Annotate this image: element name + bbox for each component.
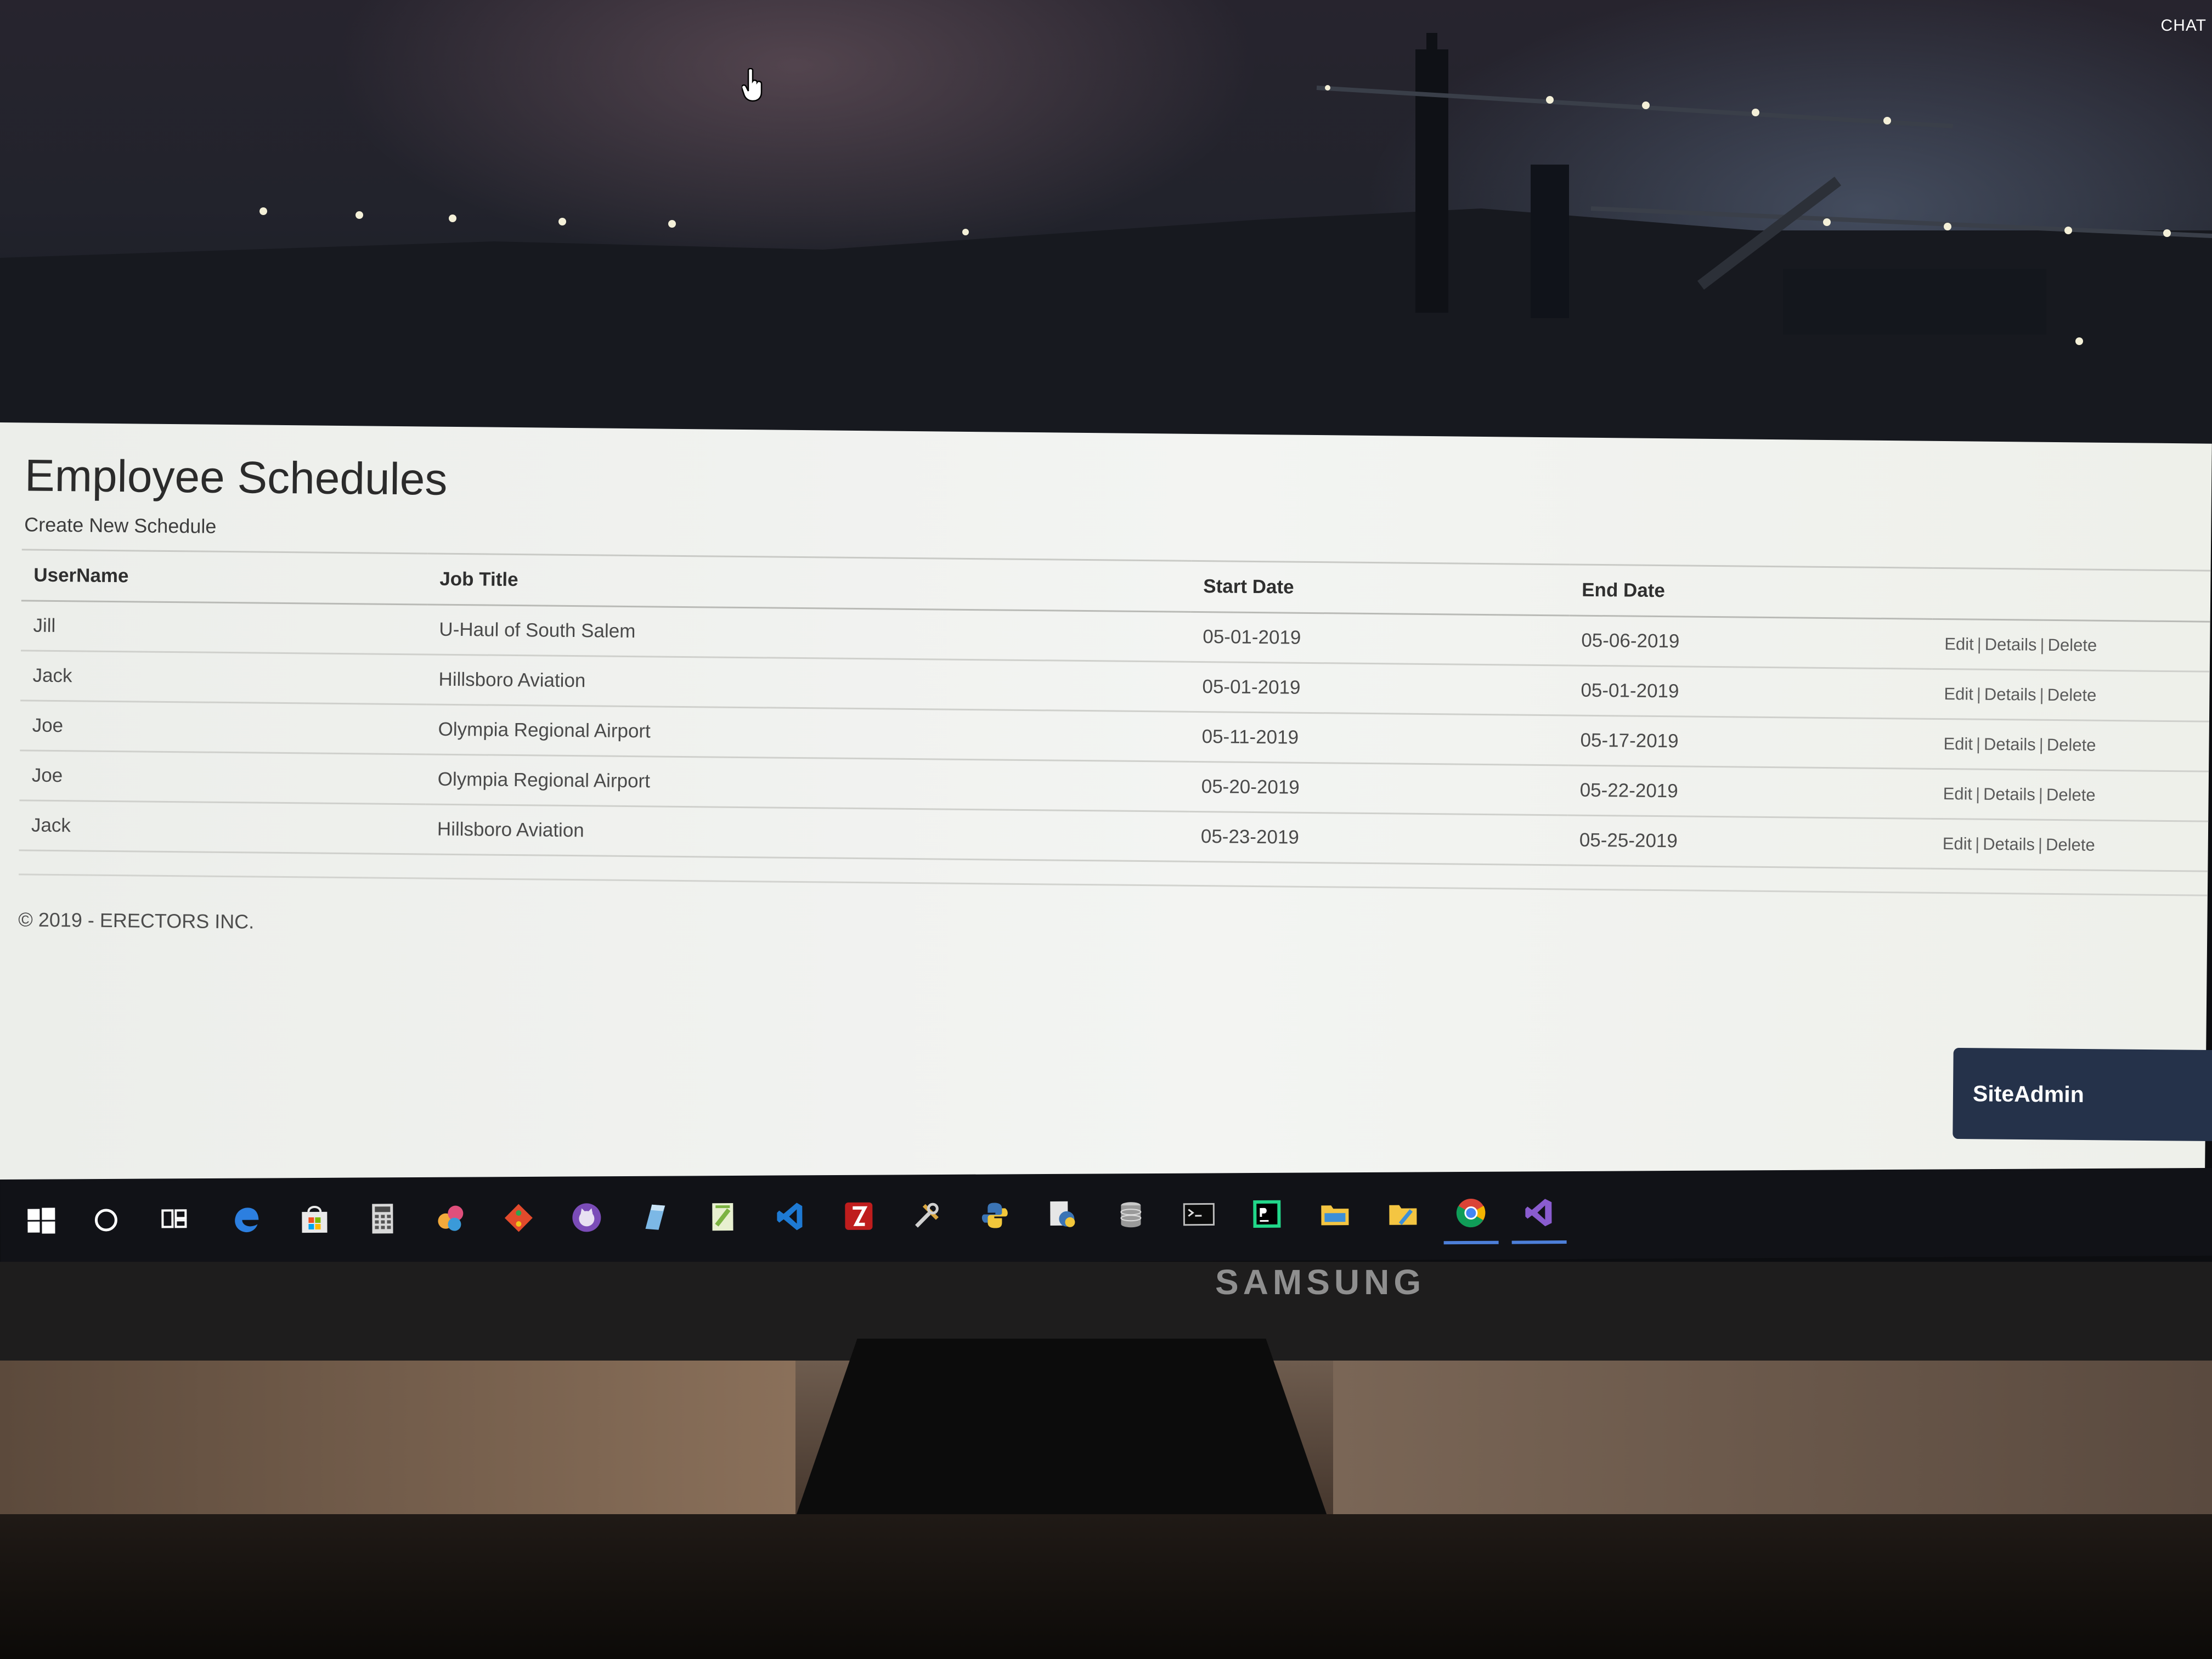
cell-username: Jack <box>19 800 426 854</box>
action-separator: | <box>1976 734 1981 754</box>
cell-username: Jill <box>21 600 427 654</box>
terminal-icon[interactable] <box>1180 1195 1218 1233</box>
action-separator: | <box>1975 784 1980 804</box>
python-icon[interactable] <box>975 1196 1014 1234</box>
action-separator: | <box>2038 834 2043 854</box>
content-panel: Employee Schedules Create New Schedule U… <box>0 422 2212 1201</box>
cell-job-title: Hillsboro Aviation <box>426 654 1190 712</box>
details-link[interactable]: Details <box>1984 735 2036 754</box>
delete-link[interactable]: Delete <box>2046 785 2096 805</box>
store-icon[interactable] <box>295 1200 334 1238</box>
cell-actions: Edit | Details | Delete <box>1930 819 2209 872</box>
task-view-icon[interactable] <box>155 1200 193 1239</box>
cell-job-title: Olympia Regional Airport <box>426 704 1190 762</box>
details-link[interactable]: Details <box>1983 785 2035 804</box>
cell-start-date: 05-11-2019 <box>1189 712 1569 765</box>
edit-link[interactable]: Edit <box>1943 734 1973 754</box>
cell-actions: Edit | Details | Delete <box>1932 619 2210 672</box>
edit-link[interactable]: Edit <box>1944 684 1973 704</box>
cell-username: Jack <box>20 650 427 704</box>
footer-divider <box>19 873 2208 896</box>
cell-end-date: 05-22-2019 <box>1567 765 1932 819</box>
monitor-brand-logo: SAMSUNG <box>1215 1262 1426 1302</box>
cell-start-date: 05-23-2019 <box>1188 811 1568 865</box>
details-link[interactable]: Details <box>1983 834 2035 854</box>
hand-cursor-icon <box>742 68 763 102</box>
edit-link[interactable]: Edit <box>1943 834 1972 854</box>
paint-3d-icon[interactable] <box>431 1199 470 1238</box>
visual-studio-icon[interactable] <box>1520 1193 1558 1232</box>
action-separator: | <box>2039 735 2044 754</box>
file-explorer-icon[interactable] <box>1316 1194 1354 1233</box>
chrome-icon[interactable] <box>1452 1194 1490 1232</box>
delete-link[interactable]: Delete <box>2047 735 2096 755</box>
delete-link[interactable]: Delete <box>2047 685 2097 705</box>
night-construction-skyline <box>0 33 2212 455</box>
pycharm-icon[interactable] <box>1248 1195 1286 1233</box>
action-separator: | <box>2040 635 2045 654</box>
monitor-stand <box>793 1339 1330 1525</box>
cell-username: Joe <box>20 700 427 754</box>
cell-start-date: 05-20-2019 <box>1189 761 1568 815</box>
column-header-end-date: End Date <box>1569 564 1933 619</box>
github-icon[interactable] <box>567 1198 606 1237</box>
filezilla-icon[interactable] <box>839 1197 878 1235</box>
vscode-icon[interactable] <box>771 1197 810 1235</box>
delete-link[interactable]: Delete <box>2047 635 2097 655</box>
column-header-start-date: Start Date <box>1190 561 1570 616</box>
cell-job-title: U-Haul of South Salem <box>426 604 1191 662</box>
notepad-plus-icon[interactable] <box>703 1198 742 1236</box>
cell-actions: Edit | Details | Delete <box>1931 669 2210 722</box>
chat-link[interactable]: CHAT <box>2161 16 2207 35</box>
edit-link[interactable]: Edit <box>1943 784 1973 804</box>
cortana-icon[interactable] <box>87 1201 125 1239</box>
action-separator: | <box>1975 834 1980 854</box>
cell-actions: Edit | Details | Delete <box>1931 769 2209 822</box>
cell-end-date: 05-25-2019 <box>1567 815 1931 869</box>
hero-banner-image: CHAT <box>0 0 2212 455</box>
build-tools-icon[interactable] <box>907 1197 946 1235</box>
calculator-icon[interactable] <box>363 1199 402 1238</box>
delete-link[interactable]: Delete <box>2046 835 2095 855</box>
action-separator: | <box>2038 785 2044 804</box>
edge-icon[interactable] <box>228 1200 266 1238</box>
cell-username: Joe <box>19 750 426 804</box>
column-header-username: UserName <box>21 549 428 605</box>
git-icon[interactable] <box>499 1199 538 1237</box>
site-admin-chat-widget[interactable]: SiteAdmin <box>1953 1047 2212 1142</box>
create-new-schedule-link[interactable]: Create New Schedule <box>24 513 217 538</box>
cell-start-date: 05-01-2019 <box>1190 662 1569 715</box>
cell-end-date: 05-01-2019 <box>1568 665 1932 719</box>
column-header-job-title: Job Title <box>427 553 1192 612</box>
windows-taskbar <box>0 1167 2212 1267</box>
column-header-actions <box>1932 568 2211 622</box>
start-icon[interactable] <box>22 1201 60 1239</box>
monitor-screen: CHAT Employee Schedules Create New Sched… <box>0 0 2212 1267</box>
action-separator: | <box>1977 634 1982 654</box>
details-link[interactable]: Details <box>1984 685 2036 704</box>
action-separator: | <box>2039 685 2044 704</box>
cell-end-date: 05-17-2019 <box>1568 715 1932 769</box>
cell-job-title: Olympia Regional Airport <box>425 754 1190 812</box>
cell-job-title: Hillsboro Aviation <box>425 804 1189 862</box>
footer-copyright: © 2019 - ERECTORS INC. <box>18 908 255 933</box>
cell-actions: Edit | Details | Delete <box>1931 719 2209 772</box>
schedule-table: UserName Job Title Start Date End Date J… <box>19 549 2211 872</box>
schedule-table-wrapper: UserName Job Title Start Date End Date J… <box>19 549 2211 872</box>
action-separator: | <box>1976 684 1982 704</box>
page-title: Employee Schedules <box>24 450 448 505</box>
azure-storage-explorer-icon[interactable] <box>635 1198 674 1237</box>
cell-end-date: 05-06-2019 <box>1568 615 1933 669</box>
details-link[interactable]: Details <box>1985 635 2037 654</box>
database-icon[interactable] <box>1111 1195 1150 1234</box>
folder-tools-icon[interactable] <box>1384 1194 1422 1232</box>
cell-start-date: 05-01-2019 <box>1190 612 1570 665</box>
python-files-icon[interactable] <box>1043 1196 1082 1234</box>
edit-link[interactable]: Edit <box>1944 634 1974 654</box>
desk-surface <box>0 1514 2212 1659</box>
